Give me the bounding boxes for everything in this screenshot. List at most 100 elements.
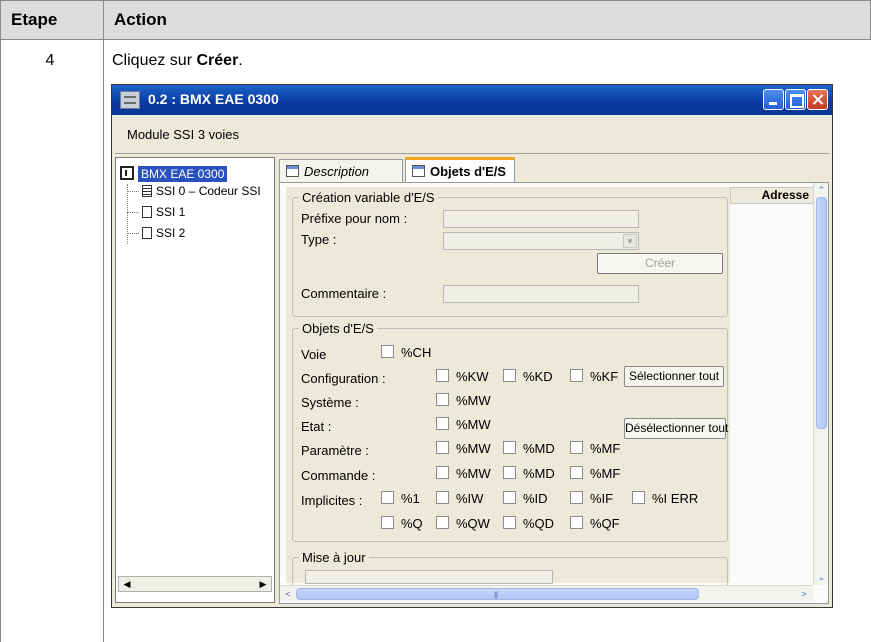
checkbox-param-mw[interactable] (436, 441, 449, 454)
tree-horizontal-scrollbar[interactable]: ◀ ▶ (118, 576, 272, 592)
checkbox-label: %I ERR (652, 491, 699, 506)
scroll-left-icon[interactable]: ◀ (121, 579, 133, 590)
row-label-voie: Voie (301, 347, 327, 362)
scroll-left-icon[interactable]: < (282, 588, 294, 600)
checkbox-label: %KF (590, 369, 619, 384)
close-icon[interactable] (807, 89, 828, 110)
instruction-prefix: Cliquez sur (112, 52, 197, 69)
tree-connector (127, 191, 139, 192)
checkbox-param-md[interactable] (503, 441, 516, 454)
row-label-systeme: Système : (301, 395, 359, 410)
prefix-label: Préfixe pour nom : (301, 211, 408, 226)
row-label-parametre: Paramètre : (301, 443, 369, 458)
horizontal-scrollbar[interactable]: < |||| > (280, 585, 813, 601)
tab-io-objects[interactable]: Objets d'E/S (405, 157, 515, 184)
tab-description[interactable]: Description (279, 159, 403, 183)
scroll-right-icon[interactable]: > (798, 588, 810, 600)
row-label-commande: Commande : (301, 468, 376, 483)
checkbox-system-mw[interactable] (436, 393, 449, 406)
scroll-thumb[interactable]: |||| (296, 588, 699, 600)
checkbox-label: %MF (590, 466, 621, 481)
step-number: 4 (45, 52, 55, 69)
scroll-thumb[interactable] (816, 197, 827, 429)
type-select[interactable]: ▼ (443, 232, 639, 250)
column-separator (103, 0, 104, 642)
row-label-etat: Etat : (301, 419, 332, 434)
checkbox-id[interactable] (503, 491, 516, 504)
checkbox-label: %IW (456, 491, 484, 506)
checkbox-i[interactable] (381, 491, 394, 504)
checkbox-qf[interactable] (570, 516, 583, 529)
address-column-header[interactable]: Adresse (730, 187, 814, 204)
instruction-text: Cliquez sur Créer. (112, 52, 243, 70)
module-description-bar: Module SSI 3 voies (115, 116, 829, 154)
checkbox-state-mw[interactable] (436, 417, 449, 430)
checkbox-qd[interactable] (503, 516, 516, 529)
scroll-right-icon[interactable]: ▶ (257, 579, 269, 590)
deselect-all-button[interactable]: Désélectionner tout (624, 418, 728, 439)
checkbox-label: %MD (523, 466, 555, 481)
window-title: 0.2 : BMX EAE 0300 (148, 91, 279, 107)
checkbox-kf[interactable] (570, 369, 583, 382)
prefix-input[interactable] (443, 210, 639, 228)
header-step: Etape (11, 10, 58, 29)
checkbox-if[interactable] (570, 491, 583, 504)
checkbox-cmd-md[interactable] (503, 466, 516, 479)
group-legend: Création variable d'E/S (299, 190, 438, 205)
group-legend: Mise à jour (299, 550, 369, 565)
tree-connector (127, 233, 139, 234)
tree-item-label: SSI 1 (156, 205, 186, 219)
creation-group: Création variable d'E/S Préfixe pour nom… (292, 190, 728, 317)
checkbox-cmd-mf[interactable] (570, 466, 583, 479)
tab-content: Création variable d'E/S Préfixe pour nom… (279, 182, 829, 604)
tree-root[interactable]: BMX EAE 0300 (120, 166, 228, 182)
tree-item-label: SSI 2 (156, 226, 186, 240)
minimize-icon[interactable] (763, 89, 784, 110)
comment-input[interactable] (443, 285, 639, 303)
checkbox-label: %KW (456, 369, 489, 384)
scroll-down-icon[interactable]: ⌄ (815, 571, 828, 583)
checkbox-param-mf[interactable] (570, 441, 583, 454)
checkbox-kw[interactable] (436, 369, 449, 382)
table-border (0, 0, 1, 642)
scroll-thumb[interactable] (133, 579, 245, 590)
checkbox-cmd-mw[interactable] (436, 466, 449, 479)
vertical-scrollbar[interactable]: ⌃ ⌄ (813, 183, 828, 585)
title-bar[interactable]: 0.2 : BMX EAE 0300 (112, 85, 832, 115)
tree-item-ssi0[interactable]: SSI 0 – Codeur SSI (142, 184, 261, 198)
instruction-suffix: . (238, 52, 243, 69)
select-all-button[interactable]: Sélectionner tout (624, 366, 724, 387)
checkbox-label: %MD (523, 441, 555, 456)
tree-root-label: BMX EAE 0300 (138, 166, 228, 182)
create-button[interactable]: Créer (597, 253, 723, 274)
checkbox-label: %MW (456, 441, 491, 456)
tree-item-ssi2[interactable]: SSI 2 (142, 226, 185, 240)
checkbox-qw[interactable] (436, 516, 449, 529)
checkbox-ch[interactable] (381, 345, 394, 358)
checkbox-label: %IF (590, 491, 614, 506)
checkbox-iw[interactable] (436, 491, 449, 504)
type-label: Type : (301, 232, 337, 247)
checkbox-q[interactable] (381, 516, 394, 529)
io-objects-group: Objets d'E/S Voie %CH Configuration : %K… (292, 321, 728, 542)
checkbox-label: %QF (590, 516, 620, 531)
checkbox-label: %Q (401, 516, 423, 531)
document-icon (142, 185, 152, 197)
checkbox-label: %CH (401, 345, 432, 360)
tree-item-label: SSI 0 – Codeur SSI (156, 184, 261, 198)
comment-label: Commentaire : (301, 286, 387, 301)
tab-label: Description (304, 164, 370, 179)
tab-icon (286, 165, 299, 177)
module-tree: BMX EAE 0300 SSI 0 – Codeur SSI SSI 1 SS… (115, 157, 275, 603)
update-field (305, 570, 553, 584)
checkbox-i-err[interactable] (632, 491, 645, 504)
scroll-up-icon[interactable]: ⌃ (815, 184, 828, 196)
tree-item-ssi1[interactable]: SSI 1 (142, 205, 185, 219)
checkbox-label: %ID (523, 491, 548, 506)
module-window: 0.2 : BMX EAE 0300 Module SSI 3 voies BM… (111, 84, 833, 608)
group-legend: Objets d'E/S (299, 321, 377, 336)
grip-icon: |||| (494, 592, 498, 599)
checkbox-kd[interactable] (503, 369, 516, 382)
maximize-icon[interactable] (785, 89, 806, 110)
header-action: Action (114, 10, 167, 29)
